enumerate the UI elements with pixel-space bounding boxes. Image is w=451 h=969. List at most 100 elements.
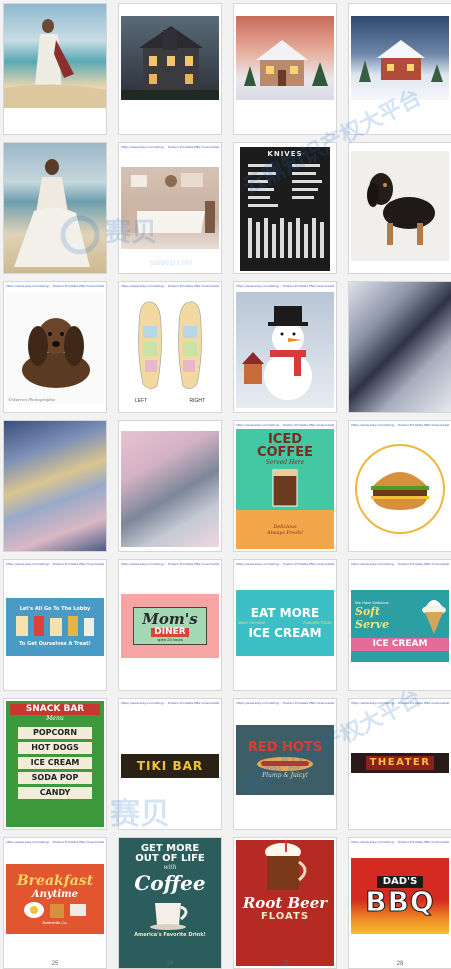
tile-caption: https://www.etsy.com/listing/... Posters… — [236, 284, 334, 288]
poster-tile-winter-cottage[interactable] — [233, 3, 337, 135]
iced-coffee-footer: Delicious Always Fresh! — [236, 510, 334, 549]
knife-collection-icon — [248, 164, 324, 258]
tiki-bar-title: TIKI BAR — [136, 759, 204, 773]
dachshund-icon — [367, 173, 435, 245]
eat-more-line1: EAT MORE — [250, 606, 320, 620]
poster-tile-theater[interactable]: https://www.etsy.com/listing/... Posters… — [348, 698, 451, 830]
tile-caption: https://www.etsy.com/listing/... Posters… — [6, 840, 104, 844]
snack-bar-title: SNACK BAR — [10, 704, 100, 715]
page-number-row: 25 26 27 28 — [3, 961, 448, 967]
soft-serve-top: We Have Delicious Soft Serve — [351, 590, 449, 636]
moms-diner-poster: Mom's DINER open 24 hours — [121, 594, 219, 658]
tile-caption: https://www.etsy.com/listing/... Posters… — [351, 840, 449, 844]
snowman-icon — [242, 306, 312, 400]
poster-tile-snow-cottage[interactable] — [348, 3, 451, 135]
foot-labels: LEFT RIGHT — [135, 398, 205, 404]
poster-tile-bathroom[interactable]: https://www.etsy.com/listing/... Posters… — [118, 142, 222, 274]
poster-tile-marble-blue[interactable] — [3, 420, 107, 552]
snack-bar-item: SODA POP — [18, 771, 92, 784]
poster-tile-iced-coffee[interactable]: https://www.etsy.com/listing/... Posters… — [233, 420, 337, 552]
snack-bar-item: ICE CREAM — [18, 756, 92, 769]
poster-tile-reflexology[interactable]: https://www.etsy.com/listing/... Posters… — [118, 281, 222, 413]
poster-tile-knives[interactable]: KNIVES — [233, 142, 337, 274]
moms-diner-hours: open 24 hours — [157, 637, 183, 642]
poster-tile-eat-more[interactable]: https://www.etsy.com/listing/... Posters… — [233, 559, 337, 691]
puppy-credit: ©Warren Photographic — [8, 397, 56, 402]
moms-diner-title: Mom's — [142, 610, 198, 628]
tile-caption: https://www.etsy.com/listing/... Posters… — [121, 145, 219, 149]
tile-caption: https://www.etsy.com/listing/... Posters… — [121, 284, 219, 288]
woman-dress-icon — [14, 159, 90, 267]
poster-tile-bbq[interactable]: https://www.etsy.com/listing/... Posters… — [348, 837, 451, 969]
left-label: LEFT — [135, 398, 148, 404]
moms-diner-sub: DINER — [151, 628, 189, 637]
soft-serve-text: We Have Delicious Soft Serve — [351, 596, 405, 631]
red-hots-poster: RED HOTS Plump & Juicy! — [236, 725, 334, 795]
snack-bar-item: CANDY — [18, 786, 92, 799]
root-beer-title: Root Beer — [242, 894, 328, 912]
poster-tile-tiki-bar[interactable]: https://www.etsy.com/listing/... Posters… — [118, 698, 222, 830]
poster-tile-snack-bar[interactable]: SNACK BAR Menu POPCORN HOT DOGS ICE CREA… — [3, 698, 107, 830]
poster-tile-marble-pink[interactable] — [118, 420, 222, 552]
coffee-line2: OUT OF LIFE — [135, 853, 205, 864]
poster-tile-coffee[interactable]: GET MORE OUT OF LIFE with Coffee America… — [118, 837, 222, 969]
poster-tile-breakfast[interactable]: https://www.etsy.com/listing/... Posters… — [3, 837, 107, 969]
poster-tile-root-beer[interactable]: Root Beer FLOATS — [233, 837, 337, 969]
coffee-glass-icon — [272, 469, 298, 507]
iced-coffee-tag2: Always Fresh! — [266, 529, 304, 536]
iced-coffee-sub: Served Here — [265, 459, 305, 466]
theater-poster: THEATER — [351, 753, 449, 773]
cottage-icon — [244, 40, 328, 86]
poster-tile-jesus-beach[interactable] — [3, 3, 107, 135]
poster-tile-red-hots[interactable]: https://www.etsy.com/listing/... Posters… — [233, 698, 337, 830]
root-beer-poster: Root Beer FLOATS — [236, 840, 334, 966]
lobby-line2: To Get Ourselves A Treat! — [19, 641, 91, 647]
coffee-title: Coffee — [134, 871, 206, 895]
page-number: 25 — [51, 961, 59, 967]
moms-diner-sign: Mom's DINER open 24 hours — [133, 607, 207, 645]
poster-tile-woman-beach[interactable]: https://www.etsy.com/listing/... Posters… — [3, 142, 107, 274]
snow-cottage-image — [351, 16, 449, 100]
poster-tile-soft-serve[interactable]: https://www.etsy.com/listing/... Posters… — [348, 559, 451, 691]
breakfast-brand: Buttermilk Co. — [42, 920, 68, 925]
tile-caption: https://www.etsy.com/listing/... Posters… — [351, 701, 449, 705]
snack-bar-item: HOT DOGS — [18, 741, 92, 754]
bbq-poster: DAD'S BBQ — [351, 858, 449, 934]
poster-grid: https://www.etsy.com/listing/... Posters… — [3, 3, 451, 969]
knives-chart: KNIVES — [240, 147, 330, 271]
breakfast-poster: Breakfast Anytime Buttermilk Co. — [6, 864, 104, 934]
poster-tile-dachshund[interactable] — [348, 142, 451, 274]
tile-caption: https://www.etsy.com/listing/... Posters… — [6, 284, 104, 288]
theater-title: THEATER — [365, 756, 435, 770]
tile-caption: https://www.etsy.com/listing/... Posters… — [351, 562, 449, 566]
coffee-poster: GET MORE OUT OF LIFE with Coffee America… — [119, 838, 221, 968]
eat-more-left: MANY ON HAND — [238, 621, 266, 625]
poster-tile-snowman[interactable]: https://www.etsy.com/listing/... Posters… — [233, 281, 337, 413]
poster-tile-burger[interactable]: https://www.etsy.com/listing/... Posters… — [348, 420, 451, 552]
breakfast-line1: Breakfast — [16, 873, 94, 889]
burger-image — [351, 431, 449, 547]
egg-characters-icon — [24, 902, 86, 918]
red-hots-sub: Plump & Juicy! — [262, 772, 308, 779]
page-number: 28 — [396, 961, 404, 967]
poster-tile-moms-diner[interactable]: https://www.etsy.com/listing/... Posters… — [118, 559, 222, 691]
page-number: 27 — [281, 961, 289, 967]
knives-title: KNIVES — [267, 150, 303, 158]
soft-serve-bottom: ICE CREAM — [351, 638, 449, 651]
root-beer-mug-icon — [265, 840, 307, 890]
victorian-house-icon — [121, 26, 219, 100]
winter-cottage-image — [236, 16, 334, 100]
eat-more-tags: MANY ON HAND FLAVORS TODAY — [238, 621, 332, 625]
reflexology-chart: LEFT RIGHT — [121, 292, 219, 408]
poster-tile-puppy[interactable]: https://www.etsy.com/listing/... Posters… — [3, 281, 107, 413]
ice-cream-cone-icon — [422, 600, 446, 634]
tile-caption: https://www.etsy.com/listing/... Posters… — [6, 562, 104, 566]
snack-bar-poster: SNACK BAR Menu POPCORN HOT DOGS ICE CREA… — [6, 701, 104, 827]
breakfast-line2: Anytime — [31, 889, 79, 900]
page-number: 26 — [166, 961, 174, 967]
coffee-cup-icon — [150, 903, 188, 930]
snack-characters-icon — [16, 616, 94, 636]
poster-tile-marble-dark[interactable]: https://www.etsy.com/listing/... Posters… — [348, 281, 451, 413]
poster-tile-lobby[interactable]: https://www.etsy.com/listing/... Posters… — [3, 559, 107, 691]
poster-tile-haunted-house[interactable] — [118, 3, 222, 135]
